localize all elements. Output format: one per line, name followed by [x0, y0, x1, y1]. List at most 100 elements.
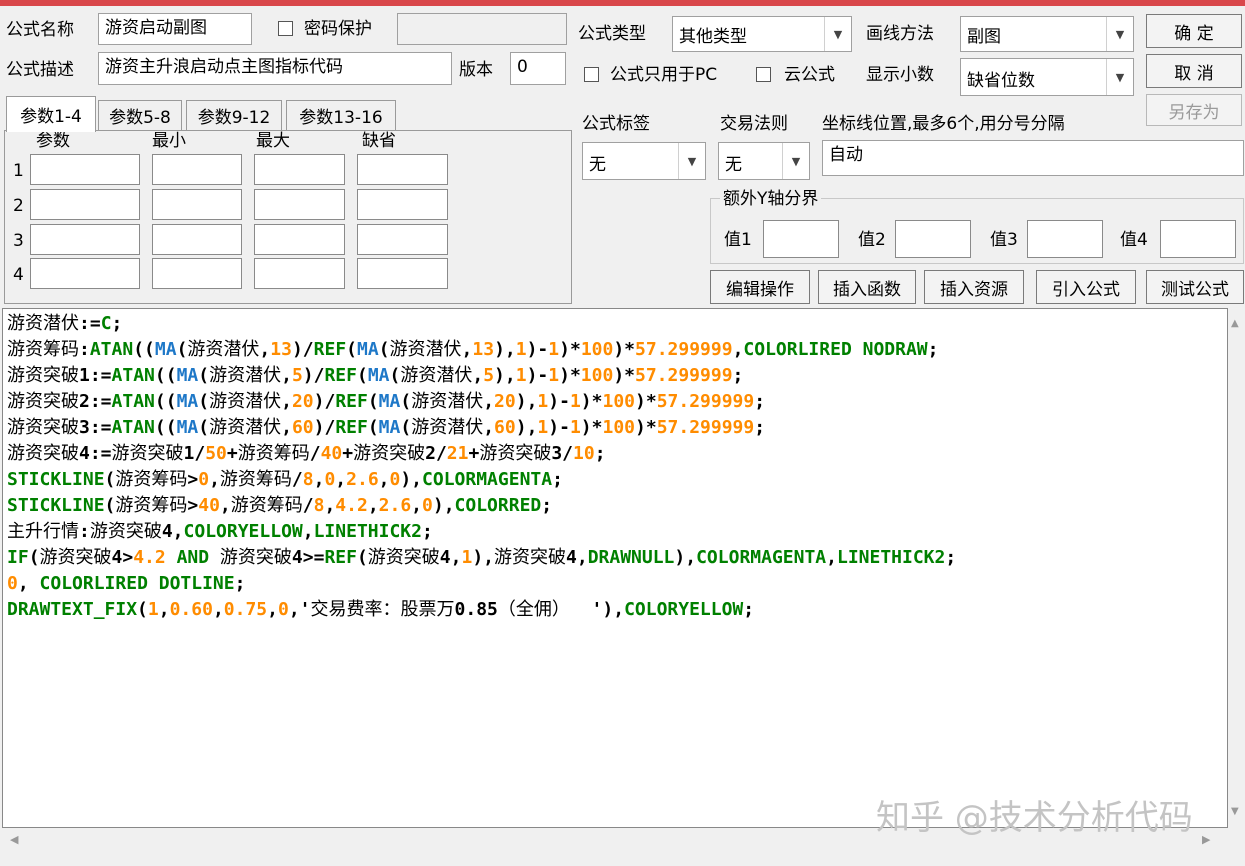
param-1-default[interactable] — [357, 154, 448, 185]
formula-desc-label: 公式描述 — [6, 60, 74, 80]
formula-type-select[interactable]: 其他类型 ▼ — [672, 16, 852, 52]
vertical-scrollbar[interactable]: ▲ ▼ — [1228, 308, 1245, 828]
draw-method-select[interactable]: 副图 ▼ — [960, 16, 1134, 52]
extra-y-axis-label: 额外Y轴分界 — [720, 189, 822, 209]
param-2-max[interactable] — [254, 189, 345, 220]
param-3-max[interactable] — [254, 224, 345, 255]
trade-rule-select[interactable]: 无 ▼ — [718, 142, 810, 180]
code-line: IF(游资突破4>4.2 AND 游资突破4>=REF(游资突破4,1),游资突… — [7, 547, 957, 568]
insert-function-button[interactable]: 插入函数 — [818, 270, 916, 304]
coord-line-input[interactable]: 自动 — [822, 140, 1244, 176]
decimals-value: 缺省位数 — [967, 71, 1035, 91]
param-1-min[interactable] — [152, 154, 242, 185]
code-line: 游资筹码:ATAN((MA(游资潜伏,13)/REF(MA(游资潜伏,13),1… — [7, 339, 939, 360]
formula-tag-value: 无 — [589, 155, 606, 175]
formula-name-input[interactable]: 游资启动副图 — [98, 13, 252, 45]
import-formula-button[interactable]: 引入公式 — [1036, 270, 1136, 304]
param-4-default[interactable] — [357, 258, 448, 289]
chevron-down-icon[interactable]: ▼ — [1106, 59, 1133, 95]
code-line: 游资突破4:=游资突破1/50+游资筹码/40+游资突破2/21+游资突破3/1… — [7, 443, 606, 464]
tab-params-9-12[interactable]: 参数9-12 — [186, 100, 282, 130]
password-input[interactable] — [397, 13, 567, 45]
watermark: 知乎 @技术分析代码 — [876, 798, 1193, 838]
param-4-min[interactable] — [152, 258, 242, 289]
param-row-number: 4 — [13, 265, 24, 285]
cloud-formula-label: 云公式 — [784, 65, 835, 85]
decimals-label: 显示小数 — [866, 65, 934, 85]
ok-button[interactable]: 确 定 — [1146, 14, 1242, 48]
cancel-button[interactable]: 取 消 — [1146, 54, 1242, 88]
password-checkbox[interactable] — [278, 21, 293, 36]
param-header-default: 缺省 — [362, 131, 396, 151]
y-value-2-label: 值2 — [858, 230, 886, 250]
draw-method-label: 画线方法 — [866, 24, 934, 44]
scroll-up-icon[interactable]: ▲ — [1231, 318, 1239, 329]
code-line: 游资突破1:=ATAN((MA(游资潜伏,5)/REF(MA(游资潜伏,5),1… — [7, 365, 744, 386]
chevron-down-icon[interactable]: ▼ — [824, 17, 851, 51]
version-input[interactable]: 0 — [510, 52, 566, 85]
code-line: STICKLINE(游资筹码>40,游资筹码/8,4.2,2.6,0),COLO… — [7, 495, 553, 516]
param-3-default[interactable] — [357, 224, 448, 255]
param-3-min[interactable] — [152, 224, 242, 255]
trade-rule-value: 无 — [725, 155, 742, 175]
code-line: 0, COLORLIRED DOTLINE; — [7, 573, 246, 594]
param-row-number: 2 — [13, 196, 24, 216]
scroll-left-icon[interactable]: ◀ — [10, 833, 18, 846]
trade-rule-label: 交易法则 — [720, 114, 788, 134]
tab-params-5-8[interactable]: 参数5-8 — [98, 100, 182, 130]
code-line: DRAWTEXT_FIX(1,0.60,0.75,0,'交易费率：股票万0.85… — [7, 599, 755, 620]
param-1-max[interactable] — [254, 154, 345, 185]
param-row-number: 1 — [13, 161, 24, 181]
y-value-2-input[interactable] — [895, 220, 971, 258]
version-label: 版本 — [459, 60, 493, 80]
param-2-name[interactable] — [30, 189, 140, 220]
code-line: 游资突破2:=ATAN((MA(游资潜伏,20)/REF(MA(游资潜伏,20)… — [7, 391, 766, 412]
y-value-4-input[interactable] — [1160, 220, 1236, 258]
param-4-max[interactable] — [254, 258, 345, 289]
cloud-formula-checkbox[interactable] — [756, 67, 771, 82]
param-2-default[interactable] — [357, 189, 448, 220]
formula-type-label: 公式类型 — [578, 24, 646, 44]
param-4-name[interactable] — [30, 258, 140, 289]
tab-params-13-16[interactable]: 参数13-16 — [286, 100, 396, 130]
y-value-3-input[interactable] — [1027, 220, 1103, 258]
code-line: STICKLINE(游资筹码>0,游资筹码/8,0,2.6,0),COLORMA… — [7, 469, 563, 490]
y-value-3-label: 值3 — [990, 230, 1018, 250]
y-value-4-label: 值4 — [1120, 230, 1148, 250]
param-header-min: 最小 — [152, 131, 186, 151]
coord-line-label: 坐标线位置,最多6个,用分号分隔 — [822, 114, 1065, 134]
formula-tag-label: 公式标签 — [582, 114, 650, 134]
param-header-name: 参数 — [36, 131, 70, 151]
chevron-down-icon[interactable]: ▼ — [782, 143, 809, 179]
code-line: 游资潜伏:=C; — [7, 313, 123, 334]
window-top-border — [0, 0, 1245, 6]
scroll-down-icon[interactable]: ▼ — [1231, 806, 1239, 817]
formula-type-value: 其他类型 — [679, 27, 747, 47]
draw-method-value: 副图 — [967, 27, 1001, 47]
code-line: 主升行情:游资突破4,COLORYELLOW,LINETHICK2; — [7, 521, 433, 542]
code-editor[interactable]: 游资潜伏:=C; 游资筹码:ATAN((MA(游资潜伏,13)/REF(MA(游资… — [2, 308, 1228, 828]
password-label: 密码保护 — [304, 19, 372, 39]
param-header-max: 最大 — [256, 131, 290, 151]
pc-only-label: 公式只用于PC — [610, 65, 718, 85]
edit-operation-button[interactable]: 编辑操作 — [710, 270, 810, 304]
formula-desc-input[interactable]: 游资主升浪启动点主图指标代码 — [98, 52, 452, 85]
decimals-select[interactable]: 缺省位数 ▼ — [960, 58, 1134, 96]
pc-only-checkbox[interactable] — [584, 67, 599, 82]
save-as-button[interactable]: 另存为 — [1146, 94, 1242, 126]
scroll-right-icon[interactable]: ▶ — [1202, 833, 1210, 846]
param-2-min[interactable] — [152, 189, 242, 220]
tab-params-1-4[interactable]: 参数1-4 — [6, 96, 96, 132]
y-value-1-label: 值1 — [724, 230, 752, 250]
param-row-number: 3 — [13, 231, 24, 251]
chevron-down-icon[interactable]: ▼ — [678, 143, 705, 179]
chevron-down-icon[interactable]: ▼ — [1106, 17, 1133, 51]
formula-tag-select[interactable]: 无 ▼ — [582, 142, 706, 180]
param-3-name[interactable] — [30, 224, 140, 255]
y-value-1-input[interactable] — [763, 220, 839, 258]
formula-name-label: 公式名称 — [6, 20, 74, 40]
test-formula-button[interactable]: 测试公式 — [1146, 270, 1244, 304]
code-line: 游资突破3:=ATAN((MA(游资潜伏,60)/REF(MA(游资潜伏,60)… — [7, 417, 766, 438]
insert-resource-button[interactable]: 插入资源 — [924, 270, 1024, 304]
param-1-name[interactable] — [30, 154, 140, 185]
